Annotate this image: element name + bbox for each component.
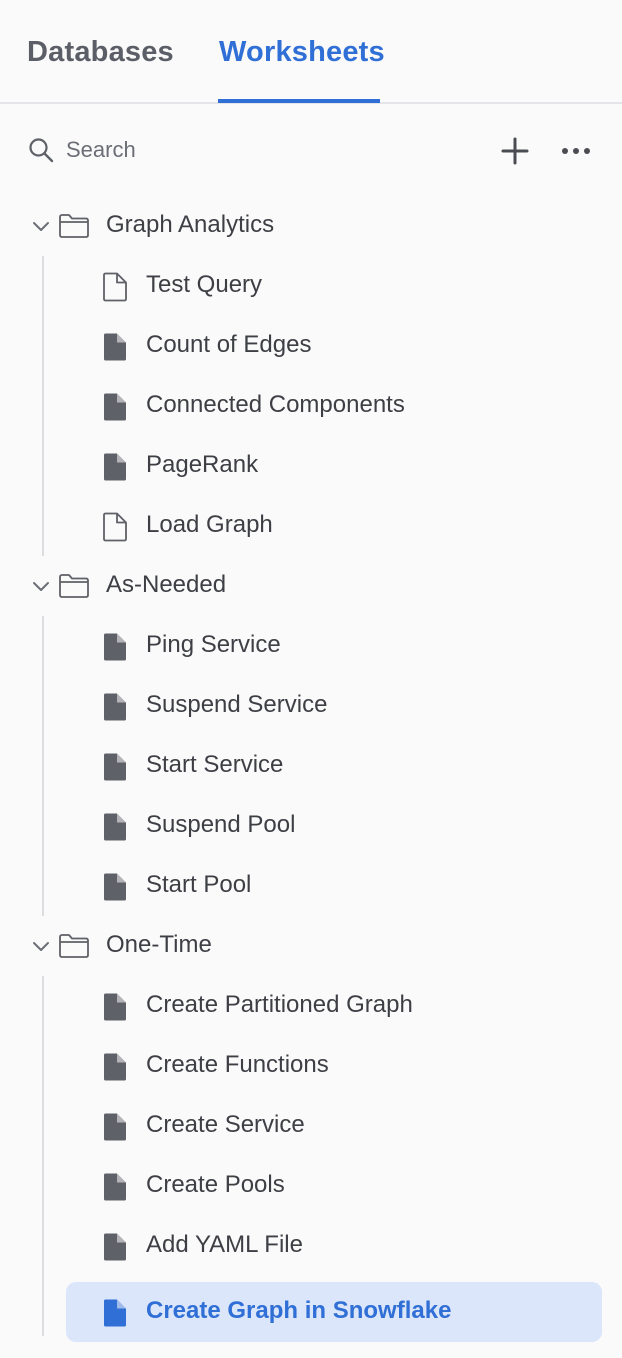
worksheets-panel: Databases Worksheets Graph bbox=[0, 0, 622, 1358]
worksheet-label: Create Pools bbox=[146, 1171, 285, 1198]
worksheet-item[interactable]: Create Functions bbox=[0, 1036, 622, 1096]
folder-icon bbox=[59, 934, 89, 958]
file-filled-icon bbox=[104, 693, 126, 721]
worksheet-label: Create Graph in Snowflake bbox=[146, 1297, 452, 1324]
worksheet-label: Connected Components bbox=[146, 391, 405, 418]
worksheet-label: Create Functions bbox=[146, 1051, 329, 1078]
folder-group-0: Graph Analytics Test Query Count of Edge… bbox=[0, 196, 622, 556]
file-filled-icon bbox=[104, 633, 126, 661]
ellipsis-icon[interactable] bbox=[560, 136, 592, 166]
worksheet-item[interactable]: PageRank bbox=[0, 436, 622, 496]
folder-children: Test Query Count of Edges Connected Comp… bbox=[0, 256, 622, 556]
chevron-down-icon[interactable] bbox=[32, 937, 50, 955]
search-row bbox=[0, 128, 622, 174]
worksheet-label: Count of Edges bbox=[146, 331, 312, 358]
worksheet-label: Start Service bbox=[146, 751, 284, 778]
file-filled-icon bbox=[104, 453, 126, 481]
file-filled-icon bbox=[104, 993, 126, 1021]
worksheet-item[interactable]: Create Pools bbox=[0, 1156, 622, 1216]
worksheet-tree: Graph Analytics Test Query Count of Edge… bbox=[0, 196, 622, 1342]
chevron-down-icon[interactable] bbox=[32, 577, 50, 595]
worksheet-item[interactable]: Ping Service bbox=[0, 616, 622, 676]
folder-group-1: As-Needed Ping Service Suspend Service S… bbox=[0, 556, 622, 916]
folder-children: Create Partitioned Graph Create Function… bbox=[0, 976, 622, 1342]
file-outline-icon bbox=[103, 512, 127, 542]
folder-label: Graph Analytics bbox=[106, 211, 275, 238]
worksheet-label: Test Query bbox=[146, 271, 263, 298]
worksheet-item[interactable]: Start Service bbox=[0, 736, 622, 796]
chevron-down-icon[interactable] bbox=[32, 217, 50, 235]
folder-group-2: One-Time Create Partitioned Graph Create… bbox=[0, 916, 622, 1342]
worksheet-item[interactable]: Start Pool bbox=[0, 856, 622, 916]
worksheet-label: PageRank bbox=[146, 451, 259, 478]
worksheet-item[interactable]: Test Query bbox=[0, 256, 622, 316]
worksheet-item[interactable]: Connected Components bbox=[0, 376, 622, 436]
plus-icon[interactable] bbox=[499, 135, 531, 167]
file-filled-icon bbox=[104, 1233, 126, 1261]
file-outline-icon bbox=[103, 272, 127, 302]
worksheet-item[interactable]: Count of Edges bbox=[0, 316, 622, 376]
file-filled-icon bbox=[104, 873, 126, 901]
worksheet-label: Load Graph bbox=[146, 511, 273, 538]
worksheet-label: Create Partitioned Graph bbox=[146, 991, 413, 1018]
worksheet-item[interactable]: Create Graph in Snowflake bbox=[0, 1276, 622, 1342]
folder-row[interactable]: As-Needed bbox=[0, 556, 622, 616]
worksheet-label: Suspend Pool bbox=[146, 811, 296, 838]
worksheet-item[interactable]: Create Partitioned Graph bbox=[0, 976, 622, 1036]
file-filled-icon bbox=[104, 1053, 126, 1081]
file-filled-icon bbox=[104, 1299, 126, 1327]
worksheet-item[interactable]: Create Service bbox=[0, 1096, 622, 1156]
folder-row[interactable]: Graph Analytics bbox=[0, 196, 622, 256]
folder-label: As-Needed bbox=[106, 571, 227, 598]
file-filled-icon bbox=[104, 333, 126, 361]
active-tab-indicator bbox=[218, 99, 380, 103]
tab-worksheets[interactable]: Worksheets bbox=[219, 36, 385, 69]
file-filled-icon bbox=[104, 1113, 126, 1141]
worksheet-item[interactable]: Suspend Service bbox=[0, 676, 622, 736]
search-icon bbox=[29, 138, 54, 163]
file-filled-icon bbox=[104, 813, 126, 841]
folder-icon bbox=[59, 574, 89, 598]
worksheet-item[interactable]: Add YAML File bbox=[0, 1216, 622, 1276]
worksheet-label: Start Pool bbox=[146, 871, 252, 898]
file-filled-icon bbox=[104, 393, 126, 421]
worksheet-label: Create Service bbox=[146, 1111, 305, 1138]
worksheet-label: Add YAML File bbox=[146, 1231, 303, 1258]
folder-row[interactable]: One-Time bbox=[0, 916, 622, 976]
folder-label: One-Time bbox=[106, 931, 212, 958]
tab-bar: Databases Worksheets bbox=[0, 0, 622, 104]
file-filled-icon bbox=[104, 753, 126, 781]
tab-databases[interactable]: Databases bbox=[27, 36, 174, 69]
worksheet-item[interactable]: Suspend Pool bbox=[0, 796, 622, 856]
file-filled-icon bbox=[104, 1173, 126, 1201]
folder-children: Ping Service Suspend Service Start Servi… bbox=[0, 616, 622, 916]
worksheet-label: Ping Service bbox=[146, 631, 281, 658]
search-input[interactable] bbox=[66, 134, 466, 166]
folder-icon bbox=[59, 214, 89, 238]
worksheet-label: Suspend Service bbox=[146, 691, 328, 718]
worksheet-item[interactable]: Load Graph bbox=[0, 496, 622, 556]
